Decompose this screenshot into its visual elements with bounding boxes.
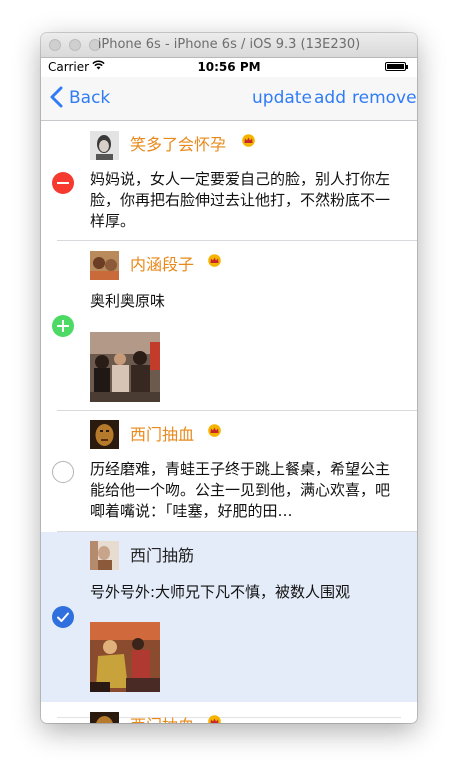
username[interactable]: 西门抽筋 bbox=[130, 542, 194, 566]
table-row[interactable]: 西门抽筋 号外号外:大师兄下凡不慎，被数人围观 bbox=[41, 532, 417, 702]
update-button[interactable]: update bbox=[252, 88, 312, 108]
avatar[interactable] bbox=[90, 131, 119, 160]
avatar[interactable] bbox=[90, 541, 119, 570]
insert-control-icon[interactable] bbox=[52, 315, 74, 337]
status-bar: Carrier 10:56 PM bbox=[41, 58, 417, 77]
delete-control-icon[interactable] bbox=[52, 172, 74, 194]
vip-crown-icon bbox=[241, 134, 256, 151]
back-button[interactable]: Back bbox=[69, 88, 110, 108]
remove-button[interactable]: remove bbox=[352, 88, 417, 108]
username[interactable]: 笑多了会怀孕 bbox=[130, 131, 226, 155]
window-title: iPhone 6s - iPhone 6s / iOS 9.3 (13E230) bbox=[97, 37, 361, 52]
window-titlebar: iPhone 6s - iPhone 6s / iOS 9.3 (13E230) bbox=[41, 33, 417, 58]
username[interactable]: 西门抽血 bbox=[130, 421, 194, 445]
feed-table[interactable]: 笑多了会怀孕 妈妈说，女人一定要爱自己的脸，别人打你左脸，你再把右脸伸过去让他打… bbox=[41, 121, 417, 723]
navigation-bar: Back update add remove bbox=[41, 77, 417, 121]
username[interactable]: 内涵段子 bbox=[130, 251, 194, 275]
post-text: 历经磨难，青蛙王子终于跳上餐桌，希望公主能给他一个吻。公主一见到他，满心欢喜，吧… bbox=[90, 460, 391, 520]
simulator-window: iPhone 6s - iPhone 6s / iOS 9.3 (13E230)… bbox=[41, 33, 417, 723]
avatar[interactable] bbox=[90, 712, 119, 723]
avatar[interactable] bbox=[90, 251, 119, 280]
avatar[interactable] bbox=[90, 420, 119, 449]
vip-crown-icon bbox=[207, 715, 222, 723]
post-text: 奥利奥原味 bbox=[90, 292, 166, 310]
vip-crown-icon bbox=[207, 424, 222, 441]
post-text: 妈妈说，女人一定要爱自己的脸，别人打你左脸，你再把右脸伸过去让他打，不然粉底不一… bbox=[90, 170, 391, 230]
table-row[interactable]: 西门抽血 bbox=[41, 702, 417, 723]
username[interactable]: 西门抽血 bbox=[130, 712, 194, 723]
table-row[interactable]: 西门抽血 历经磨难，青蛙王子终于跳上餐桌，希望公主能给他一个吻。公主一见到他，满… bbox=[41, 411, 417, 532]
table-row[interactable]: 笑多了会怀孕 妈妈说，女人一定要爱自己的脸，别人打你左脸，你再把右脸伸过去让他打… bbox=[41, 121, 417, 241]
clock: 10:56 PM bbox=[197, 60, 261, 74]
post-text: 号外号外:大师兄下凡不慎，被数人围观 bbox=[90, 583, 351, 601]
checkmark-icon[interactable] bbox=[52, 606, 74, 628]
vip-crown-icon bbox=[207, 254, 222, 271]
add-button[interactable]: add bbox=[314, 88, 346, 108]
select-circle-icon[interactable] bbox=[52, 461, 74, 483]
table-row[interactable]: 内涵段子 奥利奥原味 bbox=[41, 241, 417, 411]
post-image[interactable] bbox=[90, 332, 160, 402]
back-chevron-icon[interactable] bbox=[50, 86, 63, 112]
post-image[interactable] bbox=[90, 622, 160, 692]
battery-icon bbox=[385, 62, 408, 71]
